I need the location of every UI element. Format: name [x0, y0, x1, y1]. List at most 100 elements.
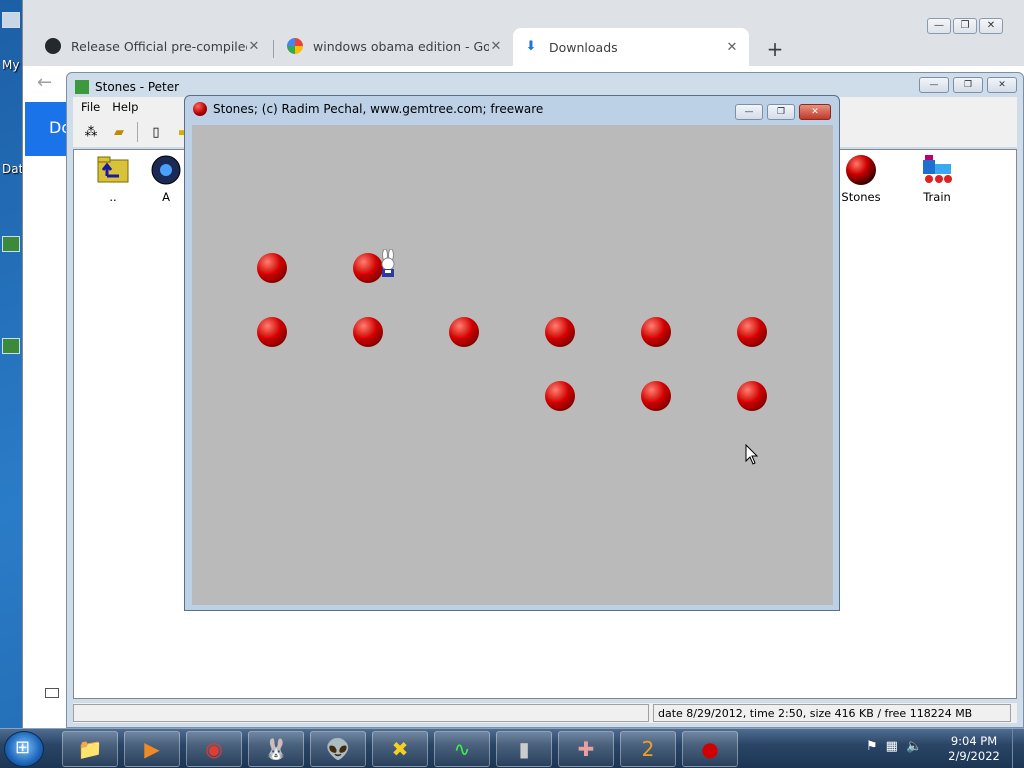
status-bar: date 8/29/2012, time 2:50, size 416 KB /… — [73, 703, 1017, 723]
file-item-label: .. — [109, 190, 117, 204]
tree-icon[interactable]: ⁂ — [81, 122, 101, 142]
peter-window-title: Stones - Peter — [95, 80, 180, 94]
computer-icon[interactable] — [2, 12, 20, 28]
system-tray: ⚑ ▦ 🔈 — [866, 739, 922, 754]
maximize-button[interactable]: ❐ — [767, 104, 795, 120]
stones-window-controls: — ❐ ✕ — [735, 104, 831, 120]
taskbar-app-button[interactable]: ▮ — [496, 731, 552, 767]
desktop-shortcut-icon[interactable] — [2, 338, 20, 354]
status-left-pane — [73, 704, 649, 722]
tab-github[interactable]: Release Official pre-compiled ins ✕ — [35, 30, 271, 62]
game-board[interactable] — [192, 125, 833, 605]
start-button[interactable] — [4, 731, 44, 767]
stone[interactable] — [641, 381, 671, 411]
minimize-button[interactable]: — — [919, 77, 949, 93]
close-button[interactable]: ✕ — [987, 77, 1017, 93]
stones-game-window: Stones; (c) Radim Pechal, www.gemtree.co… — [184, 95, 840, 611]
toolbar-separator — [137, 122, 138, 142]
desktop-label-my[interactable]: My — [2, 58, 19, 72]
close-icon[interactable]: ✕ — [489, 39, 503, 54]
taskbar-app-button[interactable]: ◉ — [186, 731, 242, 767]
google-icon — [287, 38, 303, 54]
clock-date: 2/9/2022 — [948, 749, 1000, 763]
stone[interactable] — [545, 317, 575, 347]
stone[interactable] — [257, 253, 287, 283]
clock[interactable]: 9:04 PM 2/9/2022 — [944, 734, 1004, 764]
file-item-label: A — [162, 190, 170, 204]
file-item-label: Stones — [841, 190, 881, 204]
close-button[interactable]: ✕ — [979, 18, 1003, 34]
taskbar-app-button[interactable]: ▶ — [124, 731, 180, 767]
rabbit-game-icon: 🐰 — [263, 737, 289, 761]
show-desktop-button[interactable] — [1012, 729, 1024, 768]
stone[interactable] — [257, 317, 287, 347]
close-icon[interactable]: ✕ — [247, 39, 261, 54]
folder-up-icon — [97, 156, 129, 183]
file-item-a[interactable]: A — [146, 154, 186, 204]
x-game-icon: ✖ — [391, 737, 409, 761]
tab-separator — [273, 40, 274, 58]
stone-icon — [193, 102, 207, 116]
maximize-button[interactable]: ❐ — [953, 18, 977, 34]
close-button[interactable]: ✕ — [799, 104, 831, 120]
file-item-parent[interactable]: .. — [78, 154, 148, 204]
open-folder-icon[interactable]: ▰ — [109, 122, 129, 142]
cross-puzzle-icon: ✚ — [577, 737, 595, 761]
peter-window-controls: — ❐ ✕ — [919, 77, 1017, 93]
sidebar-toggle-icon[interactable] — [45, 688, 59, 698]
maximize-button[interactable]: ❐ — [953, 77, 983, 93]
volume-icon[interactable]: 🔈 — [906, 739, 922, 754]
peter-titlebar: Stones - Peter — [75, 77, 179, 97]
new-tab-button[interactable]: + — [763, 38, 787, 62]
stone[interactable] — [353, 317, 383, 347]
new-file-icon[interactable]: ▯ — [146, 122, 166, 142]
tab-title: windows obama edition - Google — [313, 38, 489, 54]
taskbar-app-button[interactable]: ● — [682, 731, 738, 767]
stones-titlebar: Stones; (c) Radim Pechal, www.gemtree.co… — [193, 102, 543, 116]
desktop-label-dat[interactable]: Dat — [2, 162, 23, 176]
stone[interactable] — [449, 317, 479, 347]
taskbar-app-button[interactable]: ✚ — [558, 731, 614, 767]
taskbar-app-button[interactable]: 📁 — [62, 731, 118, 767]
rabbit-player-icon — [381, 249, 395, 277]
menu-file[interactable]: File — [81, 100, 100, 114]
stone[interactable] — [545, 381, 575, 411]
status-text: date 8/29/2012, time 2:50, size 416 KB /… — [653, 704, 1011, 722]
taskbar-app-button[interactable]: ∿ — [434, 731, 490, 767]
app-icon — [151, 155, 181, 185]
taskbar-app-button[interactable]: 2 — [620, 731, 676, 767]
taskbar-app-button[interactable]: 🐰 — [248, 731, 304, 767]
action-center-icon[interactable]: ⚑ — [866, 739, 878, 754]
chrome-icon: ◉ — [205, 737, 223, 761]
back-arrow-icon[interactable]: ← — [37, 72, 52, 93]
media-player-icon: ▶ — [144, 737, 160, 761]
taskbar-app-button[interactable]: 👽 — [310, 731, 366, 767]
minimize-button[interactable]: — — [735, 104, 763, 120]
minimize-button[interactable]: — — [927, 18, 951, 34]
tab-title: Release Official pre-compiled ins — [71, 38, 247, 54]
stone[interactable] — [737, 381, 767, 411]
tab-downloads[interactable]: ⬇ Downloads ✕ — [513, 28, 749, 66]
taskbar-app-button[interactable]: ✖ — [372, 731, 428, 767]
oscilloscope-icon: ∿ — [453, 737, 471, 761]
rabbit-app-icon — [75, 80, 89, 94]
stone[interactable] — [641, 317, 671, 347]
stone[interactable] — [737, 317, 767, 347]
stone-icon — [846, 155, 876, 185]
clock-time: 9:04 PM — [950, 734, 998, 748]
download-icon: ⬇ — [525, 39, 537, 54]
close-icon[interactable]: ✕ — [725, 40, 739, 55]
file-item-label: Train — [923, 190, 951, 204]
tab-strip: Release Official pre-compiled ins ✕ wind… — [23, 18, 1024, 66]
page-heading: Do — [25, 102, 71, 156]
file-item-train[interactable]: Train — [902, 154, 972, 204]
tab-google[interactable]: windows obama edition - Google ✕ — [277, 30, 513, 62]
stones-window-title: Stones; (c) Radim Pechal, www.gemtree.co… — [213, 102, 544, 116]
github-icon — [45, 38, 61, 54]
network-icon[interactable]: ▦ — [886, 739, 898, 754]
desktop-shortcut-icon[interactable] — [2, 236, 20, 252]
explorer-icon: 📁 — [77, 737, 103, 761]
menu-help[interactable]: Help — [112, 100, 138, 114]
tab-title: Downloads — [549, 39, 618, 55]
alien-icon: 👽 — [325, 737, 351, 761]
